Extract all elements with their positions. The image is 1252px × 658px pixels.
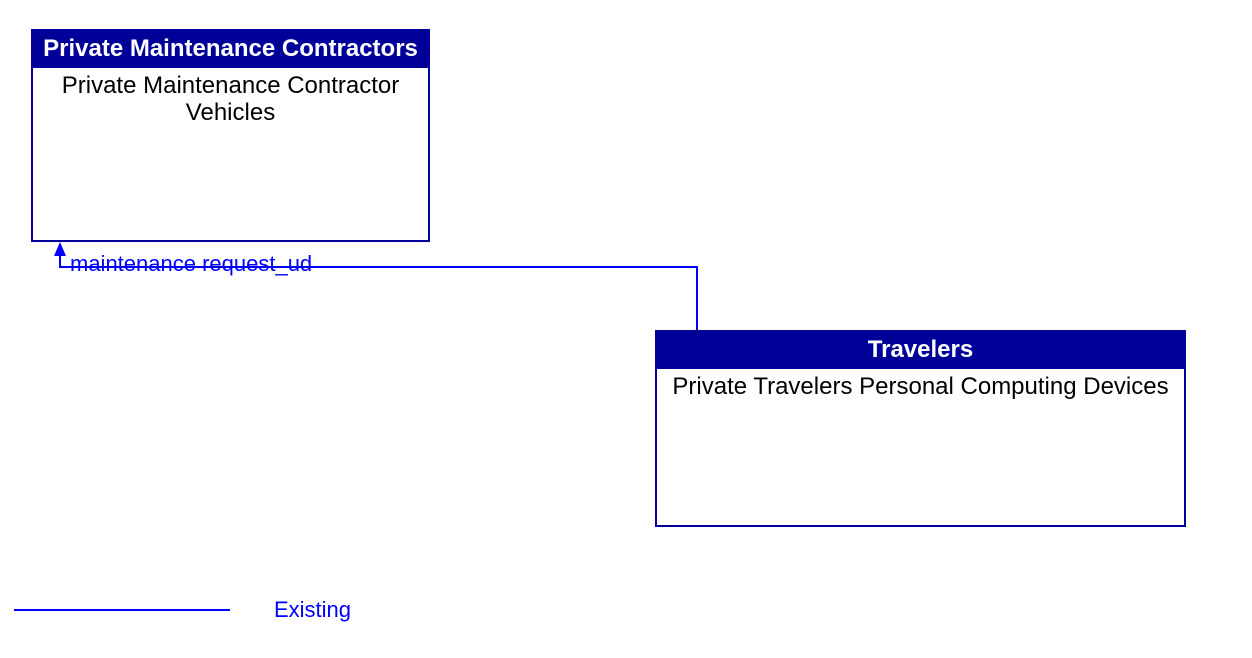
- flow-label-maintenance-request: maintenance request_ud: [70, 251, 312, 277]
- entity-header-travelers: Travelers: [657, 332, 1184, 369]
- legend-label-existing: Existing: [274, 597, 351, 623]
- entity-body-travelers: Private Travelers Personal Computing Dev…: [657, 369, 1184, 405]
- entity-body-contractors: Private Maintenance Contractor Vehicles: [33, 68, 428, 131]
- entity-box-travelers: Travelers Private Travelers Personal Com…: [655, 330, 1186, 527]
- flow-arrowhead: [54, 242, 66, 256]
- entity-header-contractors: Private Maintenance Contractors: [33, 31, 428, 68]
- entity-box-contractors: Private Maintenance Contractors Private …: [31, 29, 430, 242]
